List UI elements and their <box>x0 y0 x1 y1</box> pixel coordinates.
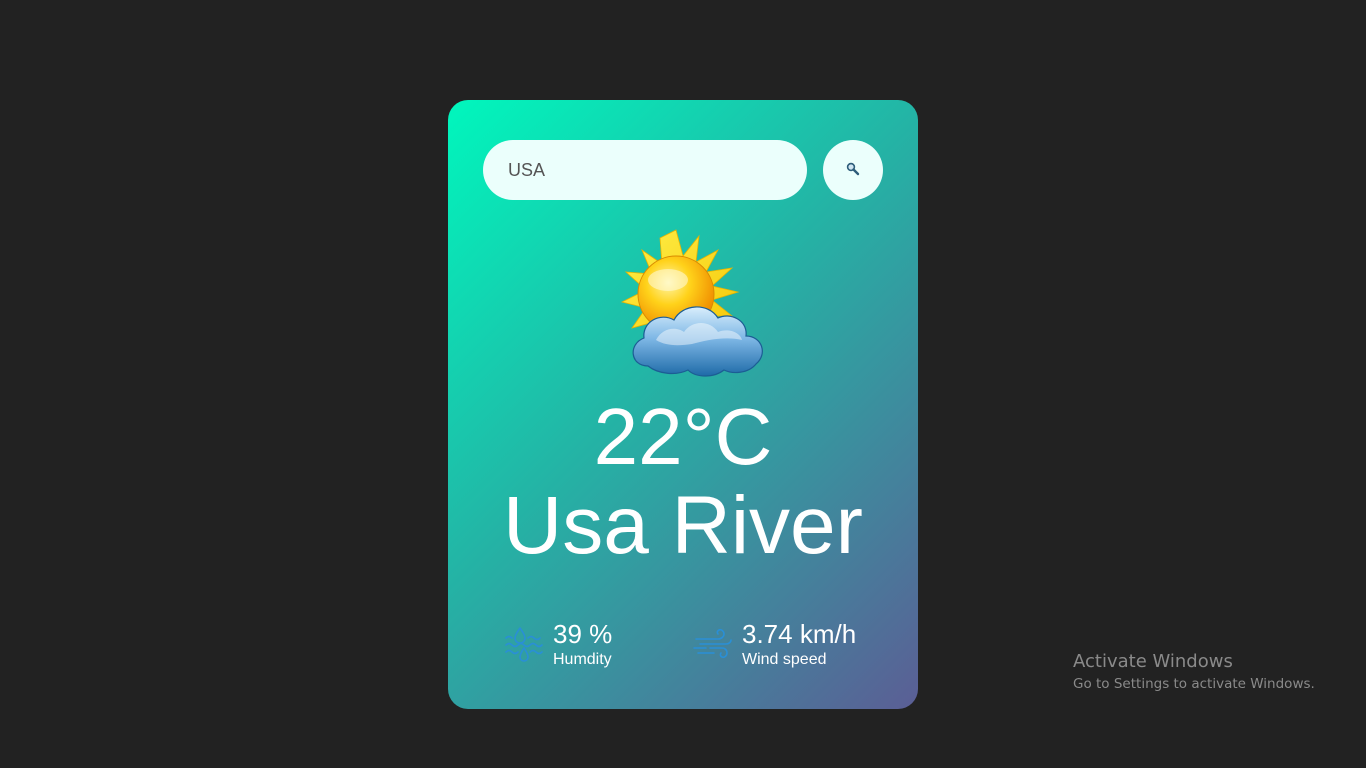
page: 22°C Usa River 39 % Humdity <box>0 0 1366 768</box>
activate-windows-watermark: Activate Windows Go to Settings to activ… <box>1073 651 1315 694</box>
humidity-value: 39 % <box>553 619 613 649</box>
temperature: 22°C <box>593 392 773 481</box>
humidity-icon <box>503 624 545 666</box>
search-button[interactable] <box>823 140 883 200</box>
search-icon <box>846 162 860 179</box>
watermark-subtitle: Go to Settings to activate Windows. <box>1073 676 1315 692</box>
watermark-title: Activate Windows <box>1073 651 1233 672</box>
city-name: Usa River <box>503 480 863 571</box>
humidity-label: Humdity <box>553 651 612 668</box>
wind-label: Wind speed <box>742 651 827 668</box>
humidity-detail: 39 % Humdity <box>503 620 612 670</box>
weather-card: 22°C Usa River 39 % Humdity <box>448 100 918 709</box>
search-input[interactable] <box>483 140 807 200</box>
wind-value: 3.74 km/h <box>742 619 857 649</box>
wind-icon <box>692 624 734 666</box>
search-bar <box>483 140 883 200</box>
partly-cloudy-icon <box>596 228 772 388</box>
wind-detail: 3.74 km/h Wind speed <box>692 620 856 670</box>
